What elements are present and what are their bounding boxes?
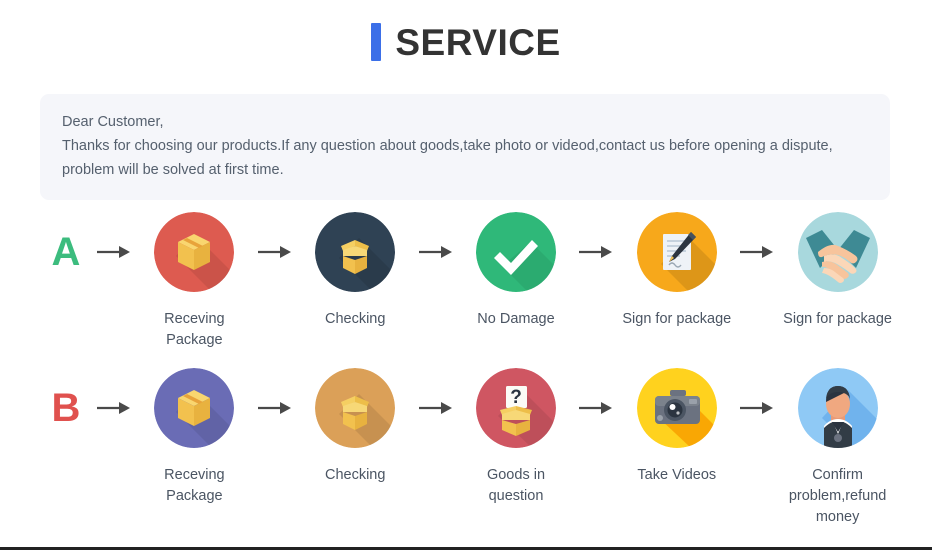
step-checking-a: Checking bbox=[297, 212, 414, 330]
check-mark-icon bbox=[475, 212, 556, 292]
row-letter-b: B bbox=[51, 386, 81, 430]
closed-box-icon bbox=[154, 212, 235, 292]
notice-line-2: Thanks for choosing our products.If any … bbox=[62, 138, 833, 154]
step-label: Sign for package bbox=[783, 311, 892, 327]
camera-icon bbox=[636, 368, 717, 448]
step-label: Sign for package bbox=[622, 311, 732, 327]
step-sign-for-package-document: Sign for package bbox=[618, 212, 735, 330]
page-title: SERVICE bbox=[0, 0, 932, 62]
notice-line-1: Dear Customer, bbox=[62, 114, 164, 130]
page-title-text: SERVICE bbox=[395, 21, 561, 63]
step-label: Goods in question bbox=[486, 467, 546, 504]
step-goods-in-question: ? Goods in question bbox=[458, 368, 575, 507]
step-confirm-problem-refund: Confirm problem,refund money bbox=[779, 368, 896, 528]
step-label: Checking bbox=[324, 467, 386, 483]
step-label: Receving Package bbox=[164, 311, 225, 348]
step-label: Receving Package bbox=[164, 467, 225, 504]
question-box-icon: ? bbox=[475, 368, 556, 448]
right-arrow-icon bbox=[253, 368, 297, 448]
step-no-damage-a: No Damage bbox=[458, 212, 575, 330]
right-arrow-icon bbox=[574, 368, 618, 448]
closed-box-icon bbox=[154, 368, 235, 448]
right-arrow-icon bbox=[414, 212, 458, 292]
right-arrow-icon bbox=[735, 212, 779, 292]
open-box-icon bbox=[315, 212, 396, 292]
customer-notice-box: Dear Customer, Thanks for choosing our p… bbox=[40, 94, 890, 200]
right-arrow-icon bbox=[414, 368, 458, 448]
row-letter-a: A bbox=[51, 230, 81, 274]
open-box-icon bbox=[315, 368, 396, 448]
right-arrow-icon bbox=[92, 212, 136, 292]
notice-line-3: problem will be solved at first time. bbox=[62, 162, 284, 178]
step-label: Checking bbox=[324, 311, 386, 327]
step-take-videos: Take Videos bbox=[618, 368, 735, 486]
step-label: Confirm problem,refund money bbox=[788, 467, 887, 525]
flow-row-a: A Receving Package Checking No Damage Si… bbox=[40, 212, 896, 351]
document-pen-icon bbox=[636, 212, 717, 292]
title-accent-bar bbox=[371, 23, 382, 61]
person-icon bbox=[797, 368, 878, 448]
svg-text:?: ? bbox=[510, 387, 522, 408]
step-sign-for-package-handshake: Sign for package bbox=[779, 212, 896, 330]
step-label: Take Videos bbox=[637, 467, 717, 483]
step-receving-package-b: Receving Package bbox=[136, 368, 253, 507]
step-label: No Damage bbox=[477, 311, 555, 327]
handshake-icon bbox=[797, 212, 878, 292]
right-arrow-icon bbox=[92, 368, 136, 448]
right-arrow-icon bbox=[574, 212, 618, 292]
right-arrow-icon bbox=[253, 212, 297, 292]
step-receving-package-a: Receving Package bbox=[136, 212, 253, 351]
step-checking-b: Checking bbox=[297, 368, 414, 486]
right-arrow-icon bbox=[735, 368, 779, 448]
flow-row-b: B Receving Package Checking ? Goods in q… bbox=[40, 368, 896, 528]
